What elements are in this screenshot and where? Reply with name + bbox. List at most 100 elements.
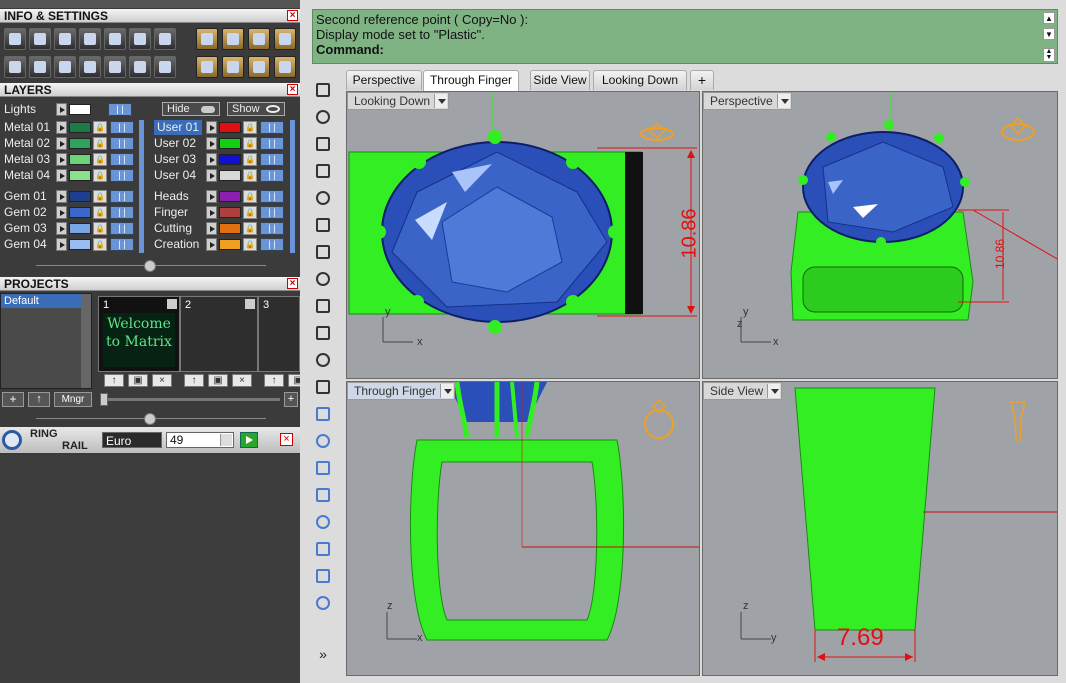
move-up-button[interactable]: ↑ — [264, 374, 284, 387]
viewport-label[interactable]: Perspective — [703, 92, 792, 110]
project-list[interactable]: Default — [0, 293, 92, 389]
expand-arrow-icon[interactable] — [206, 222, 217, 235]
sparkle-icon[interactable] — [129, 56, 151, 78]
scrollbar[interactable] — [139, 120, 144, 253]
add-project-button[interactable]: + — [2, 392, 24, 407]
layer-color-swatch[interactable] — [69, 223, 91, 234]
visibility-toggle[interactable]: | | — [110, 153, 134, 166]
slot-arrow-icon[interactable] — [167, 299, 177, 309]
layer-color-swatch[interactable] — [69, 138, 91, 149]
viewport-through-finger[interactable]: z x Through Finger — [346, 381, 700, 676]
lock-icon[interactable]: 🔒 — [243, 190, 257, 203]
gem-target-icon[interactable] — [222, 56, 244, 78]
delete-button[interactable]: × — [152, 374, 172, 387]
lock-icon[interactable]: 🔒 — [93, 169, 107, 182]
layer-color-swatch[interactable] — [69, 154, 91, 165]
expand-arrow-icon[interactable] — [206, 121, 217, 134]
expand-arrow-icon[interactable] — [206, 137, 217, 150]
layer-color-swatch[interactable] — [219, 154, 241, 165]
lock-icon[interactable]: 🔒 — [243, 222, 257, 235]
layer-row[interactable]: Gem 03 🔒 | | — [0, 221, 150, 236]
point-icon[interactable] — [310, 105, 336, 129]
polygon-icon[interactable] — [310, 294, 336, 318]
lock-icon[interactable]: 🔒 — [93, 206, 107, 219]
monitor-icon[interactable] — [29, 56, 51, 78]
expand-arrow-icon[interactable] — [56, 238, 67, 251]
gem-spark-icon[interactable] — [248, 56, 270, 78]
cylinder-icon[interactable] — [310, 456, 336, 480]
expand-arrow-icon[interactable] — [206, 206, 217, 219]
lock-icon[interactable]: 🔒 — [243, 206, 257, 219]
hide-button[interactable]: Hide — [162, 102, 220, 116]
layer-row[interactable]: User 02 🔒 | | — [150, 136, 300, 151]
layer-row[interactable]: Metal 01 🔒 | | — [0, 120, 150, 135]
expand-arrow-icon[interactable] — [56, 103, 67, 116]
visibility-toggle[interactable]: | | — [260, 222, 284, 235]
layer-row[interactable]: Gem 02 🔒 | | — [0, 205, 150, 220]
layer-color-swatch[interactable] — [219, 191, 241, 202]
viewport-label[interactable]: Through Finger — [347, 382, 456, 400]
zoom-slider[interactable] — [100, 398, 280, 401]
visibility-toggle[interactable]: | | — [110, 206, 134, 219]
project-slot-2[interactable]: 2 — [180, 296, 258, 372]
lock-icon[interactable]: 🔒 — [243, 121, 257, 134]
visibility-toggle[interactable]: | | — [110, 238, 134, 251]
layer-row[interactable]: Cutting 🔒 | | — [150, 221, 300, 236]
fillet-icon[interactable] — [310, 321, 336, 345]
ellipse-icon[interactable] — [310, 213, 336, 237]
slot-arrow-icon[interactable] — [245, 299, 255, 309]
sphere-icon[interactable] — [54, 56, 76, 78]
visibility-toggle[interactable]: | | — [260, 206, 284, 219]
visibility-toggle[interactable]: | | — [260, 153, 284, 166]
lock-icon[interactable]: 🔒 — [243, 153, 257, 166]
delete-button[interactable]: × — [232, 374, 252, 387]
move-up-button[interactable]: ↑ — [184, 374, 204, 387]
scrollbar[interactable] — [81, 294, 91, 388]
rectangle-icon[interactable] — [310, 267, 336, 291]
close-icon[interactable]: × — [280, 433, 293, 446]
expand-arrow-icon[interactable] — [56, 190, 67, 203]
more-tools-button[interactable]: » — [310, 642, 336, 666]
chevron-down-icon[interactable] — [776, 94, 790, 108]
lock-icon[interactable]: 🔒 — [93, 222, 107, 235]
layer-color-swatch[interactable] — [219, 138, 241, 149]
tab-through-finger[interactable]: Through Finger — [423, 70, 519, 91]
layer-color-swatch[interactable] — [69, 207, 91, 218]
gem-pink-icon[interactable] — [196, 56, 218, 78]
polyline-icon[interactable] — [310, 132, 336, 156]
book-open-icon[interactable] — [79, 56, 101, 78]
layers-icon[interactable] — [54, 28, 76, 50]
command-history[interactable]: Second reference point ( Copy=No ): Disp… — [312, 9, 1058, 64]
expand-arrow-icon[interactable] — [206, 153, 217, 166]
expand-arrow-icon[interactable] — [56, 169, 67, 182]
zoom-plus-button[interactable]: + — [284, 392, 298, 407]
surface-icon[interactable] — [310, 483, 336, 507]
layer-color-swatch[interactable] — [219, 170, 241, 181]
frame-edit-icon[interactable] — [248, 28, 270, 50]
layer-color-swatch[interactable] — [69, 191, 91, 202]
viewport-side-view[interactable]: 7.69 z y Side View — [702, 381, 1058, 676]
viewport-label[interactable]: Side View — [703, 382, 783, 400]
slider-handle[interactable] — [100, 393, 108, 406]
command-prompt[interactable]: Command: — [316, 42, 1057, 57]
viewport-label[interactable]: Looking Down — [347, 92, 450, 110]
layer-row[interactable]: User 03 🔒 | | — [150, 152, 300, 167]
chevron-down-icon[interactable] — [434, 94, 448, 108]
gem-gold-icon[interactable] — [274, 56, 296, 78]
layer-row[interactable]: Finger 🔒 | | — [150, 205, 300, 220]
layer-color-swatch[interactable] — [69, 239, 91, 250]
lock-icon[interactable]: 🔒 — [243, 137, 257, 150]
visibility-toggle[interactable]: | | — [110, 190, 134, 203]
edit-icon[interactable] — [129, 28, 151, 50]
chevron-down-icon[interactable] — [440, 384, 454, 398]
expand-arrow-icon[interactable] — [206, 169, 217, 182]
layer-color-swatch[interactable] — [69, 122, 91, 133]
layer-color-swatch[interactable] — [219, 122, 241, 133]
size-system-field[interactable]: Euro — [102, 432, 162, 448]
manager-button[interactable]: Mngr — [54, 392, 92, 407]
gear-icon[interactable] — [310, 510, 336, 534]
visibility-toggle[interactable]: | | — [110, 137, 134, 150]
show-button[interactable]: Show — [227, 102, 285, 116]
add-tab-button[interactable]: + — [690, 70, 714, 90]
select-arrow-icon[interactable] — [310, 78, 336, 102]
